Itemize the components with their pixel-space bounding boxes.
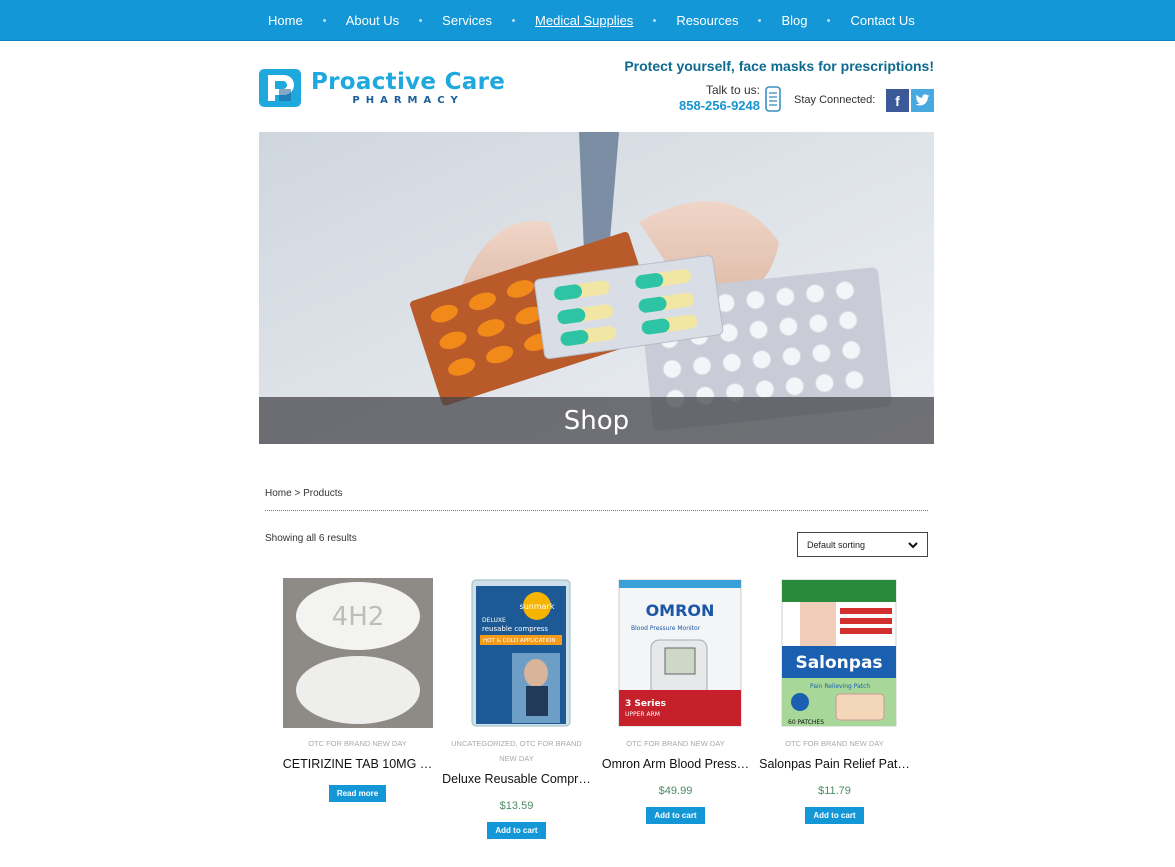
- product-category: OTC FOR BRAND NEW DAY: [785, 739, 884, 748]
- nav-separator: [322, 19, 326, 22]
- svg-text:Blood Pressure Monitor: Blood Pressure Monitor: [631, 625, 701, 632]
- product-price: $11.79: [818, 785, 851, 797]
- add-to-cart-button[interactable]: Add to cart: [646, 807, 705, 824]
- product-category: OTC FOR BRAND NEW DAY: [308, 739, 407, 748]
- product-price: $13.59: [499, 800, 534, 812]
- product-price: $49.99: [658, 785, 693, 797]
- product-name[interactable]: Salonpas Pain Relief Pat…: [757, 757, 912, 771]
- product-name[interactable]: Omron Arm Blood Press…: [598, 757, 753, 771]
- read-more-button[interactable]: Read more: [328, 785, 387, 802]
- nav-separator: [827, 19, 831, 22]
- svg-text:sunmark: sunmark: [519, 602, 554, 611]
- svg-text:3 Series: 3 Series: [625, 699, 666, 709]
- svg-text:60 PATCHES: 60 PATCHES: [788, 719, 824, 726]
- results-count: Showing all 6 results: [265, 533, 357, 544]
- promo-banner-text: Protect yourself, face masks for prescri…: [624, 58, 934, 74]
- hero-title-band: Shop: [259, 397, 934, 444]
- svg-text:UPPER ARM: UPPER ARM: [625, 711, 660, 718]
- svg-text:HOT & COLD APPLICATION: HOT & COLD APPLICATION: [483, 638, 556, 644]
- logo-subtitle: PHARMACY: [352, 94, 464, 106]
- nav-separator: [758, 19, 762, 22]
- divider: [265, 510, 928, 511]
- facebook-icon[interactable]: f: [886, 89, 909, 112]
- product-card[interactable]: OMRON Blood Pressure Monitor 3 Series UP…: [598, 578, 753, 824]
- site-logo[interactable]: Proactive Care PHARMACY: [259, 68, 519, 108]
- nav-resources[interactable]: Resources: [658, 13, 756, 28]
- nav-contact-us[interactable]: Contact Us: [832, 13, 932, 28]
- product-card[interactable]: Salonpas Pain Relieving Patch 60 PATCHES…: [757, 578, 912, 824]
- tablet-image: 4H2: [282, 578, 433, 728]
- omron-box-image: OMRON Blood Pressure Monitor 3 Series UP…: [600, 578, 751, 728]
- svg-text:OMRON: OMRON: [645, 601, 714, 620]
- nav-separator: [419, 19, 423, 22]
- top-navigation: Home About Us Services Medical Supplies …: [0, 0, 1175, 41]
- product-image[interactable]: OMRON Blood Pressure Monitor 3 Series UP…: [600, 578, 751, 728]
- salonpas-box-image: Salonpas Pain Relieving Patch 60 PATCHES: [759, 578, 910, 728]
- product-category: OTC FOR BRAND NEW DAY: [626, 739, 725, 748]
- product-image[interactable]: sunmark DELUXE reusable compress HOT & C…: [441, 578, 592, 728]
- phone-icon: [765, 86, 781, 112]
- svg-text:DELUXE: DELUXE: [482, 617, 506, 624]
- logo-mark-icon: [259, 69, 301, 107]
- svg-text:reusable compress: reusable compress: [482, 625, 548, 633]
- add-to-cart-button[interactable]: Add to cart: [487, 822, 546, 839]
- nav-separator: [653, 19, 657, 22]
- add-to-cart-button[interactable]: Add to cart: [805, 807, 864, 824]
- nav-home[interactable]: Home: [250, 13, 321, 28]
- sort-selected-label: Default sorting: [807, 539, 866, 550]
- product-name[interactable]: Deluxe Reusable Compr…: [439, 772, 594, 786]
- twitter-icon[interactable]: [911, 89, 934, 112]
- tablet-imprint: 4H2: [331, 602, 384, 632]
- nav-about-us[interactable]: About Us: [328, 13, 417, 28]
- talk-label: Talk to us:: [705, 83, 760, 97]
- nav-medical-supplies[interactable]: Medical Supplies: [517, 13, 651, 28]
- nav-separator: [512, 19, 516, 22]
- product-card[interactable]: sunmark DELUXE reusable compress HOT & C…: [439, 578, 594, 839]
- nav-services[interactable]: Services: [424, 13, 510, 28]
- sort-select[interactable]: Default sorting: [797, 532, 928, 557]
- svg-text:Salonpas: Salonpas: [795, 653, 882, 673]
- product-image[interactable]: Salonpas Pain Relieving Patch 60 PATCHES: [759, 578, 910, 728]
- svg-text:Pain Relieving Patch: Pain Relieving Patch: [810, 683, 870, 690]
- phone-link[interactable]: 858-256-9248: [679, 98, 760, 113]
- product-card[interactable]: 4H2 OTC FOR BRAND NEW DAY CETIRIZINE TAB…: [280, 578, 435, 802]
- chevron-down-icon: [908, 542, 918, 549]
- breadcrumb[interactable]: Home > Products: [265, 488, 343, 499]
- nav-blog[interactable]: Blog: [763, 13, 825, 28]
- contact-block: Talk to us: 858-256-9248: [672, 83, 760, 115]
- product-image[interactable]: 4H2: [282, 578, 433, 728]
- compress-box-image: sunmark DELUXE reusable compress HOT & C…: [441, 578, 592, 728]
- hero-title: Shop: [563, 405, 630, 436]
- product-category: UNCATEGORIZED, OTC FOR BRAND NEW DAY: [451, 739, 582, 763]
- hero-banner: Shop: [259, 132, 934, 444]
- stay-connected-label: Stay Connected:: [794, 94, 876, 106]
- logo-title: Proactive Care: [311, 68, 506, 95]
- product-name[interactable]: CETIRIZINE TAB 10MG …: [280, 757, 435, 771]
